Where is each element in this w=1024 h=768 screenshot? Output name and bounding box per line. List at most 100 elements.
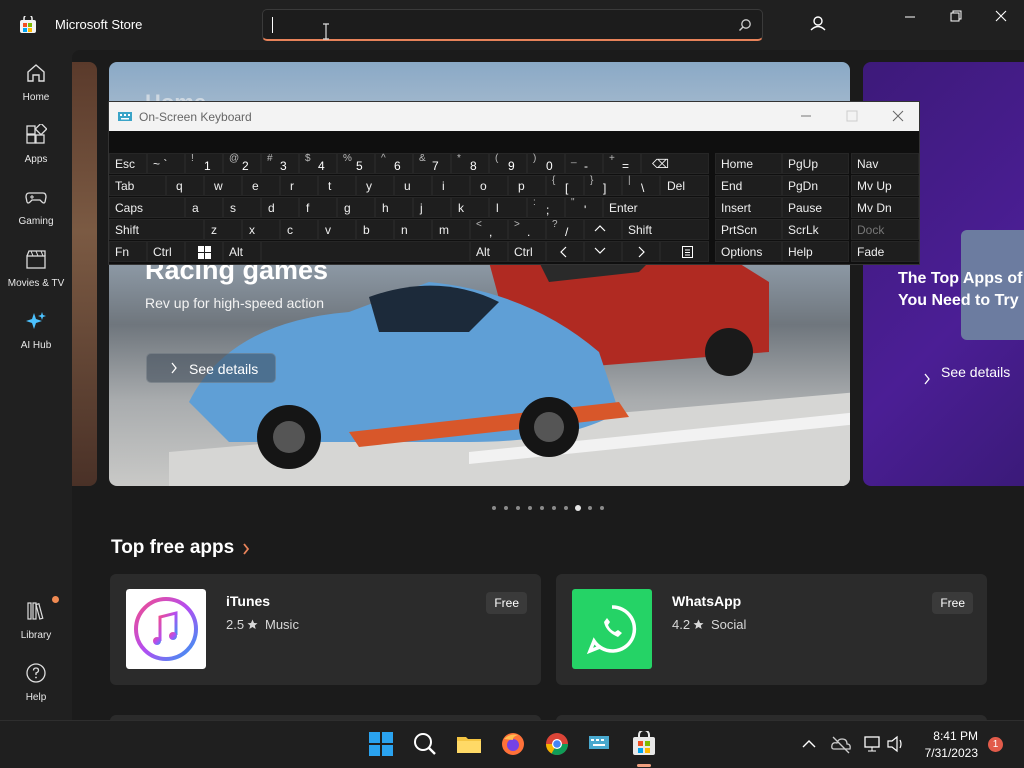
search-box[interactable] xyxy=(262,9,763,41)
carousel-dot[interactable] xyxy=(600,506,604,510)
key-minus[interactable]: _ - xyxy=(565,153,603,174)
key-v[interactable]: v xyxy=(318,219,356,240)
key-equals[interactable]: + = xyxy=(603,153,641,174)
key-c[interactable]: c xyxy=(280,219,318,240)
key-t[interactable]: t xyxy=(318,175,356,196)
search-input[interactable] xyxy=(277,10,717,40)
key-backtick[interactable]: ~ ` xyxy=(147,153,185,174)
store-icon[interactable] xyxy=(631,731,657,757)
on-screen-keyboard-icon[interactable] xyxy=(587,731,613,757)
key-mv-dn[interactable]: Mv Dn xyxy=(851,197,919,218)
account-icon[interactable] xyxy=(803,9,833,39)
key-pgup[interactable]: PgUp xyxy=(782,153,849,174)
nav-item-gaming[interactable]: Gaming xyxy=(2,178,70,236)
key-slash[interactable]: ? / xyxy=(546,219,584,240)
volume-icon[interactable] xyxy=(886,733,906,755)
key-prtscn[interactable]: PrtScn xyxy=(715,219,782,240)
chrome-icon[interactable] xyxy=(544,731,570,757)
key-mv-up[interactable]: Mv Up xyxy=(851,175,919,196)
key-l[interactable]: l xyxy=(489,197,527,218)
notification-badge[interactable]: 1 xyxy=(988,737,1003,752)
maximize-icon[interactable] xyxy=(845,109,859,123)
key-g[interactable]: g xyxy=(337,197,375,218)
key-k[interactable]: k xyxy=(451,197,489,218)
search-icon[interactable] xyxy=(412,731,438,757)
nav-item-help[interactable]: Help xyxy=(2,654,70,712)
close-icon[interactable] xyxy=(891,109,905,123)
key-options[interactable]: Options xyxy=(715,241,782,262)
key-home[interactable]: Home xyxy=(715,153,782,174)
nav-item-apps[interactable]: Apps xyxy=(2,116,70,174)
key-pgdn[interactable]: PgDn xyxy=(782,175,849,196)
key-nav[interactable]: Nav xyxy=(851,153,919,174)
key-fn[interactable]: Fn xyxy=(109,241,147,262)
key-x[interactable]: x xyxy=(242,219,280,240)
chevron-up-icon[interactable] xyxy=(800,733,818,755)
search-icon[interactable] xyxy=(738,18,752,32)
key-6[interactable]: ^ 6 xyxy=(375,153,413,174)
key-z[interactable]: z xyxy=(204,219,242,240)
minimize-icon[interactable] xyxy=(890,6,930,28)
key-left-arrow[interactable] xyxy=(546,241,584,262)
key-space[interactable] xyxy=(261,241,470,262)
key-o[interactable]: o xyxy=(470,175,508,196)
nav-item-home[interactable]: Home xyxy=(2,54,70,112)
key-end[interactable]: End xyxy=(715,175,782,196)
minimize-icon[interactable] xyxy=(799,109,813,123)
key-u[interactable]: u xyxy=(394,175,432,196)
nav-item-ai-hub[interactable]: AI Hub xyxy=(2,302,70,360)
key-h[interactable]: h xyxy=(375,197,413,218)
key-alt-right[interactable]: Alt xyxy=(470,241,508,262)
key-comma[interactable]: <, xyxy=(470,219,508,240)
key-bracket-left[interactable]: {[ xyxy=(546,175,584,196)
key-alt-left[interactable]: Alt xyxy=(223,241,261,262)
key-5[interactable]: % 5 xyxy=(337,153,375,174)
chevron-right-icon[interactable] xyxy=(241,541,251,557)
key-help[interactable]: Help xyxy=(782,241,849,262)
key-ctrl-right[interactable]: Ctrl xyxy=(508,241,546,262)
key-scrlk[interactable]: ScrLk xyxy=(782,219,849,240)
key-shift-left[interactable]: Shift xyxy=(109,219,204,240)
carousel-dot-active[interactable] xyxy=(575,505,581,511)
key-ctrl-left[interactable]: Ctrl xyxy=(147,241,185,262)
key-windows[interactable] xyxy=(185,241,223,262)
hero-prev-peek[interactable] xyxy=(72,62,97,486)
key-2[interactable]: @2 xyxy=(223,153,261,174)
key-3[interactable]: #3 xyxy=(261,153,299,174)
key-menu[interactable] xyxy=(660,241,709,262)
key-fade[interactable]: Fade xyxy=(851,241,919,262)
key-p[interactable]: p xyxy=(508,175,546,196)
key-j[interactable]: j xyxy=(413,197,451,218)
key-w[interactable]: w xyxy=(204,175,242,196)
key-backslash[interactable]: | \ xyxy=(622,175,660,196)
clock-date[interactable]: 7/31/2023 xyxy=(910,746,978,760)
key-1[interactable]: ! 1 xyxy=(185,153,223,174)
key-y[interactable]: y xyxy=(356,175,394,196)
clock-time[interactable]: 8:41 PM xyxy=(920,729,978,743)
key-r[interactable]: r xyxy=(280,175,318,196)
carousel-dot[interactable] xyxy=(588,506,592,510)
key-d[interactable]: d xyxy=(261,197,299,218)
carousel-dot[interactable] xyxy=(504,506,508,510)
section-title[interactable]: Top free apps xyxy=(111,537,234,559)
osk-title-bar[interactable]: On-Screen Keyboard xyxy=(109,102,919,131)
key-b[interactable]: b xyxy=(356,219,394,240)
key-q[interactable]: q xyxy=(166,175,204,196)
app-card-itunes[interactable]: iTunes 2.5 Music Free xyxy=(110,574,541,685)
nav-item-library[interactable]: Library xyxy=(2,592,70,650)
firefox-icon[interactable] xyxy=(500,731,526,757)
key-f[interactable]: f xyxy=(299,197,337,218)
carousel-dot[interactable] xyxy=(516,506,520,510)
carousel-dot[interactable] xyxy=(540,506,544,510)
key-quote[interactable]: " ' xyxy=(565,197,603,218)
key-0[interactable]: ) 0 xyxy=(527,153,565,174)
key-semicolon[interactable]: :; xyxy=(527,197,565,218)
key-e[interactable]: e xyxy=(242,175,280,196)
close-icon[interactable] xyxy=(981,6,1021,28)
key-backspace[interactable]: ⌫ xyxy=(641,153,709,174)
see-details-button[interactable]: See details xyxy=(941,364,1010,380)
carousel-dot[interactable] xyxy=(564,506,568,510)
key-enter[interactable]: Enter xyxy=(603,197,709,218)
nav-item-movies-tv[interactable]: Movies & TV xyxy=(2,240,70,298)
key-tab[interactable]: Tab xyxy=(109,175,166,196)
